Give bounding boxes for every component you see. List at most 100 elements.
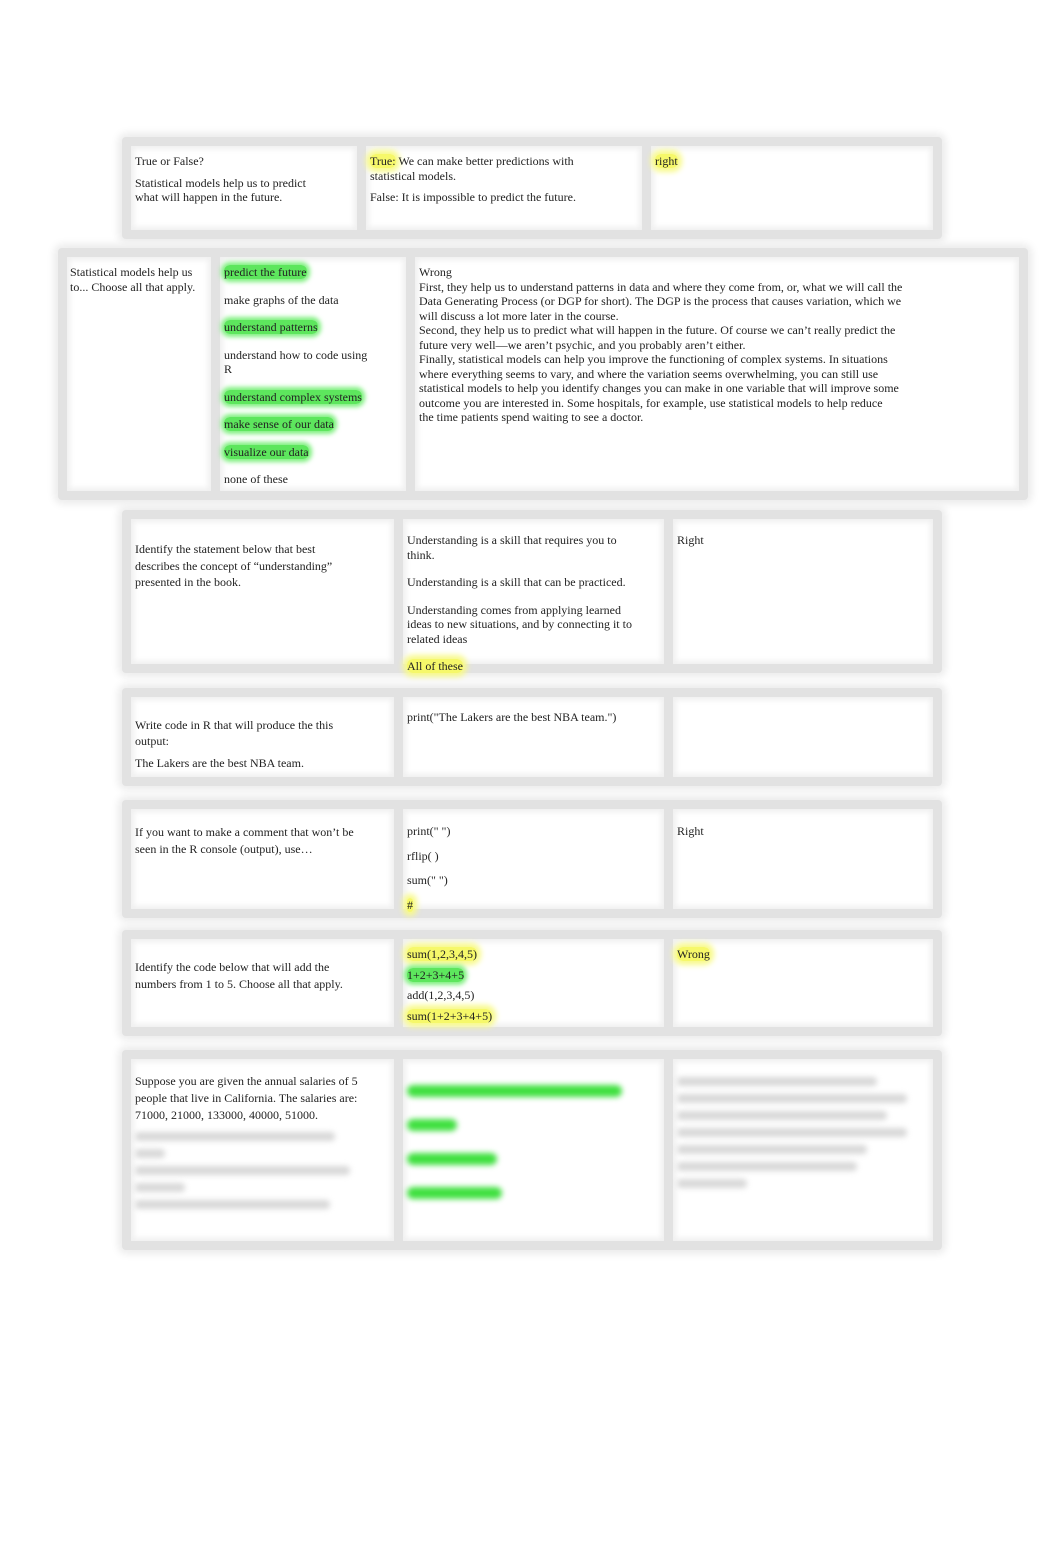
option-text: 1+2+3+4+5 [407, 967, 465, 982]
answer-option[interactable]: understand patterns [224, 320, 374, 335]
answer-option[interactable]: none of these [224, 472, 374, 487]
answer-option[interactable]: All of these [407, 659, 642, 674]
question-text: If you want to make a comment that won’t… [135, 825, 354, 856]
answer-option[interactable]: understand complex systems [224, 389, 374, 405]
quiz-document: True or False? Statistical models help u… [0, 0, 1062, 1556]
blurred-text [677, 1077, 877, 1086]
answer-option[interactable]: rflip( ) [407, 849, 642, 864]
blurred-option [407, 1085, 622, 1097]
question-7: Suppose you are given the annual salarie… [122, 1050, 942, 1250]
option-text: predict the future [224, 265, 307, 279]
question-text: True or False? [135, 154, 204, 168]
question-text: Statistical models help us to... Choose … [70, 265, 196, 294]
option-text: sum(" ") [407, 873, 448, 887]
blurred-text [135, 1132, 335, 1141]
result-text: Right [677, 533, 704, 547]
blurred-text [677, 1094, 907, 1103]
result-cell: right [651, 146, 933, 230]
question-cell: Identify the code below that will add th… [131, 939, 394, 1027]
answer-option[interactable]: make graphs of the data [224, 293, 374, 308]
result-text: Wrong [677, 947, 710, 961]
answer-cell: True: We can make better predictions wit… [366, 146, 642, 230]
option-text: sum(1,2,3,4,5) [407, 947, 477, 961]
blurred-text [677, 1145, 867, 1154]
answer-option[interactable]: sum(" ") [407, 873, 642, 888]
option-text: sum(1+2+3+4+5) [407, 1008, 493, 1023]
option-text: Understanding comes from applying learne… [407, 602, 632, 646]
answer-option[interactable]: # [407, 897, 642, 913]
question-1: True or False? Statistical models help u… [122, 137, 942, 239]
options-cell [403, 1059, 664, 1241]
answer-option[interactable]: Understanding is a skill that requires y… [407, 533, 642, 562]
answer-option[interactable]: sum(1,2,3,4,5) [407, 947, 642, 962]
feedback-cell [673, 1059, 933, 1241]
feedback-paragraph: Finally, statistical models can help you… [419, 352, 899, 424]
option-text: Understanding is a skill that requires y… [407, 533, 617, 562]
option-text: # [407, 897, 413, 912]
answer-false: False: It is impossible to predict the f… [370, 190, 576, 204]
question-6: Identify the code below that will add th… [122, 930, 942, 1036]
option-text: understand patterns [224, 320, 318, 334]
blurred-text [135, 1149, 165, 1158]
question-text: Suppose you are given the annual salarie… [135, 1074, 358, 1122]
blurred-option [407, 1187, 502, 1199]
expected-output: The Lakers are the best NBA team. [135, 756, 304, 770]
result-text: right [655, 154, 678, 168]
blurred-option [407, 1153, 497, 1165]
feedback-paragraph: First, they help us to understand patter… [419, 279, 903, 323]
blurred-text [677, 1128, 907, 1137]
options-cell: predict the future make graphs of the dat… [220, 257, 406, 491]
question-cell: Suppose you are given the annual salarie… [131, 1059, 394, 1241]
answer-option[interactable]: print(" ") [407, 824, 642, 839]
answer-option[interactable]: visualize our data [224, 444, 374, 460]
answer-true-text: We can make better predictions with stat… [370, 154, 574, 183]
option-text: understand how to code using R [224, 347, 368, 377]
option-text: rflip( ) [407, 848, 439, 863]
option-text: add(1,2,3,4,5) [407, 988, 475, 1002]
question-text: Identify the code below that will add th… [135, 960, 343, 991]
blurred-text [677, 1111, 887, 1120]
option-text: print(" ") [407, 824, 451, 838]
blurred-text [135, 1166, 350, 1175]
result-cell: Right [673, 809, 933, 909]
question-cell: True or False? Statistical models help u… [131, 146, 357, 230]
blurred-text [677, 1162, 857, 1171]
result-text: Right [677, 824, 704, 838]
answer-option[interactable]: Understanding is a skill that can be pra… [407, 575, 642, 590]
options-cell: print(" ") rflip( ) sum(" ") # [403, 809, 664, 912]
question-cell: Identify the statement below that best d… [131, 519, 394, 664]
answer-true-label: True: [370, 154, 396, 168]
answer-option[interactable]: Understanding comes from applying learne… [407, 603, 642, 647]
result-cell [673, 697, 933, 777]
answer-option[interactable]: add(1,2,3,4,5) [407, 988, 642, 1003]
feedback-cell: Wrong First, they help us to understand … [415, 257, 1019, 491]
option-text: All of these [407, 659, 463, 673]
option-text: make graphs of the data [224, 292, 339, 307]
answer-option[interactable]: understand how to code using R [224, 348, 374, 377]
question-cell: Statistical models help us to... Choose … [67, 257, 211, 491]
question-text: Statistical models help us to predict wh… [135, 175, 306, 205]
result-cell: Wrong [673, 939, 933, 1027]
option-text: none of these [224, 472, 288, 486]
answer-option[interactable]: make sense of our data [224, 417, 374, 432]
option-text: Understanding is a skill that can be pra… [407, 575, 626, 589]
answer-option[interactable]: predict the future [224, 265, 374, 280]
options-cell: sum(1,2,3,4,5) 1+2+3+4+5 add(1,2,3,4,5) sum… [403, 939, 664, 1027]
answer-option[interactable]: sum(1+2+3+4+5) [407, 1008, 642, 1024]
question-text: Identify the statement below that best d… [135, 542, 333, 589]
question-cell: If you want to make a comment that won’t… [131, 809, 394, 909]
blurred-text [135, 1183, 185, 1192]
blurred-option [407, 1119, 457, 1131]
result-cell: Right [673, 519, 933, 664]
question-2: Statistical models help us to... Choose … [58, 248, 1028, 500]
blurred-text [677, 1179, 747, 1188]
question-5: If you want to make a comment that won’t… [122, 800, 942, 918]
answer-cell: print("The Lakers are the best NBA team.… [403, 697, 664, 777]
answer-option[interactable]: 1+2+3+4+5 [407, 967, 642, 983]
result-text: Wrong [419, 265, 452, 279]
question-4: Write code in R that will produce the th… [122, 688, 942, 786]
feedback-paragraph: Second, they help us to predict what wil… [419, 323, 896, 352]
question-cell: Write code in R that will produce the th… [131, 697, 394, 777]
option-text: visualize our data [224, 444, 309, 459]
blurred-text [135, 1200, 330, 1209]
